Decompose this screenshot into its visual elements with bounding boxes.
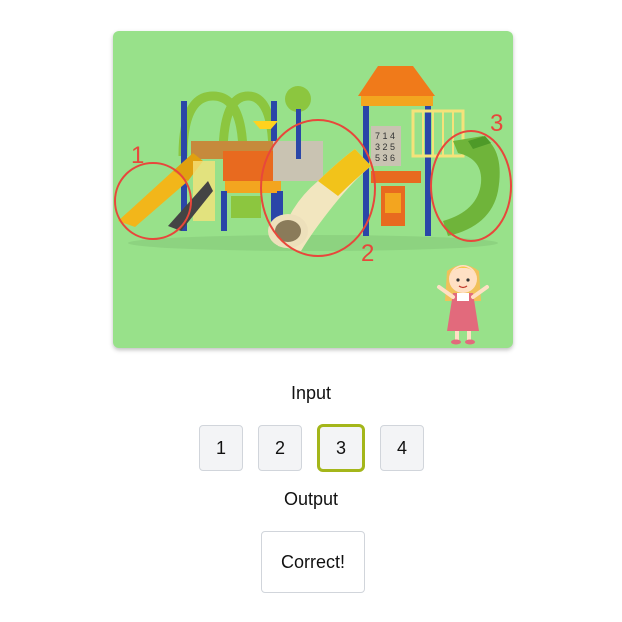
marker-2-label: 2 [361, 240, 374, 267]
choice-button-3[interactable]: 3 [317, 424, 365, 472]
input-label: Input [290, 383, 332, 403]
svg-text:5 3 6: 5 3 6 [375, 153, 395, 163]
marker-3-label: 3 [490, 110, 503, 137]
choice-button-2[interactable]: 2 [258, 425, 302, 471]
girl-character-icon [437, 265, 489, 345]
svg-text:7 1 4: 7 1 4 [375, 131, 395, 141]
result-box: Correct! [261, 531, 365, 593]
marker-1-label: 1 [131, 142, 144, 169]
slide-spiral [443, 136, 500, 236]
question-page: 7 1 4 3 2 5 5 3 6 1 2 3 Input 1 2 3 4 Ou… [0, 0, 622, 622]
output-label: Output [283, 489, 339, 509]
choice-group: 1 2 3 4 [0, 424, 622, 472]
choice-button-4[interactable]: 4 [380, 425, 424, 471]
svg-text:3 2 5: 3 2 5 [375, 142, 395, 152]
right-tower: 7 1 4 3 2 5 5 3 6 [358, 66, 465, 236]
choice-button-1[interactable]: 1 [199, 425, 243, 471]
playground-image: 7 1 4 3 2 5 5 3 6 1 2 3 [113, 31, 513, 348]
result-text: Correct! [280, 551, 345, 572]
